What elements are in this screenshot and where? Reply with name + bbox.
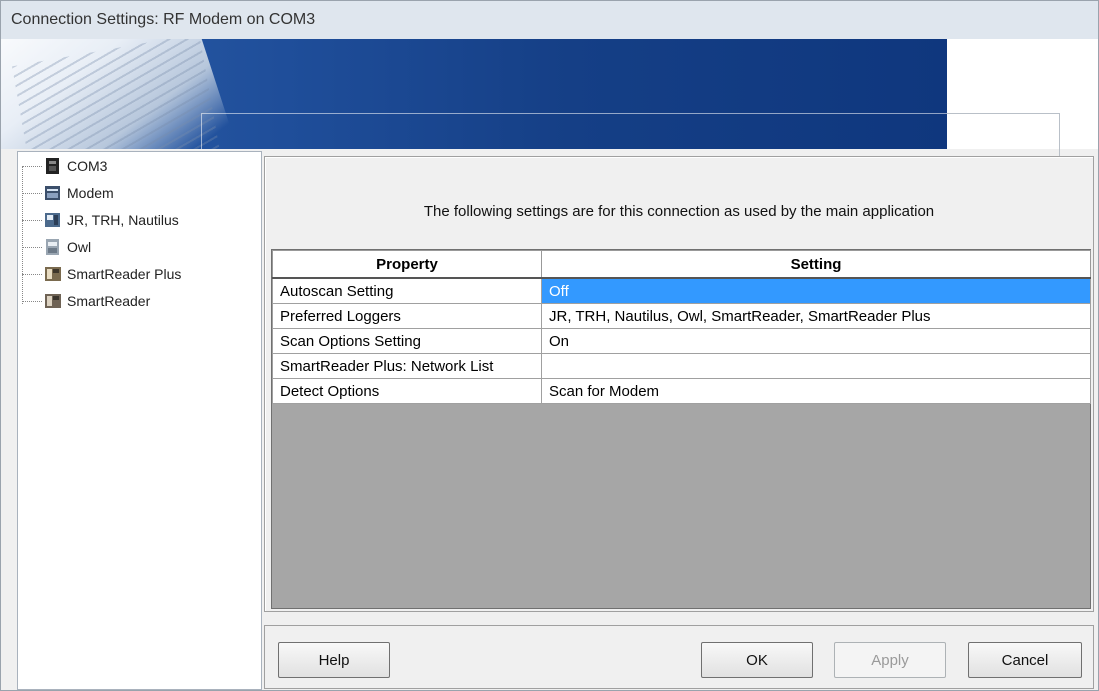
table-row[interactable]: Preferred Loggers JR, TRH, Nautilus, Owl… — [272, 303, 1091, 329]
tree-item-label: SmartReader — [67, 293, 151, 309]
table-header-row: Property Setting — [272, 250, 1091, 279]
smartreader-plus-icon — [44, 265, 62, 283]
title-bar[interactable]: Connection Settings: RF Modem on COM3 — [1, 1, 1098, 39]
tree-item-com3[interactable]: COM3 — [22, 154, 107, 178]
setting-cell[interactable]: Off — [541, 277, 1091, 304]
owl-logger-icon — [44, 238, 62, 256]
settings-panel: The following settings are for this conn… — [264, 156, 1094, 612]
connection-settings-window: Connection Settings: RF Modem on COM3 CO… — [0, 0, 1099, 691]
smartreader-icon — [44, 292, 62, 310]
settings-description: The following settings are for this conn… — [423, 203, 935, 220]
table-row[interactable]: SmartReader Plus: Network List — [272, 353, 1091, 379]
tree-item-label: Modem — [67, 185, 114, 201]
property-cell[interactable]: Scan Options Setting — [272, 328, 542, 354]
apply-button[interactable]: Apply — [834, 642, 946, 678]
table-row[interactable]: Scan Options Setting On — [272, 328, 1091, 354]
header-banner — [1, 39, 947, 149]
column-header-property[interactable]: Property — [272, 250, 542, 279]
window-title: Connection Settings: RF Modem on COM3 — [11, 11, 316, 28]
tree-item-modem[interactable]: Modem — [22, 181, 114, 205]
port-icon — [44, 157, 62, 175]
tree-item-owl[interactable]: Owl — [22, 235, 91, 259]
property-cell[interactable]: Preferred Loggers — [272, 303, 542, 329]
modem-icon — [44, 184, 62, 202]
connection-tree[interactable]: COM3 Modem JR, TRH, Nautilus Owl SmartRe… — [17, 151, 262, 690]
column-header-setting[interactable]: Setting — [541, 250, 1091, 279]
table-row[interactable]: Autoscan Setting Off — [272, 277, 1091, 304]
help-button[interactable]: Help — [278, 642, 390, 678]
property-cell[interactable]: Detect Options — [272, 378, 542, 404]
tree-item-label: COM3 — [67, 158, 108, 174]
setting-cell[interactable] — [541, 353, 1091, 379]
settings-table: Property Setting Autoscan Setting Off Pr… — [272, 250, 1091, 404]
setting-cell[interactable]: JR, TRH, Nautilus, Owl, SmartReader, Sma… — [541, 303, 1091, 329]
property-cell[interactable]: Autoscan Setting — [272, 277, 542, 304]
setting-cell[interactable]: Scan for Modem — [541, 378, 1091, 404]
tree-item-label: SmartReader Plus — [67, 266, 182, 282]
tree-item-jr-trh-nautilus[interactable]: JR, TRH, Nautilus — [22, 208, 179, 232]
settings-grid[interactable]: Property Setting Autoscan Setting Off Pr… — [271, 249, 1091, 609]
cancel-button[interactable]: Cancel — [968, 642, 1082, 678]
tree-item-label: Owl — [67, 239, 92, 255]
tree-item-smartreader-plus[interactable]: SmartReader Plus — [22, 262, 181, 286]
button-bar: Help OK Apply Cancel — [264, 625, 1094, 689]
table-row[interactable]: Detect Options Scan for Modem — [272, 378, 1091, 404]
banner-right — [947, 39, 1098, 184]
tree-item-smartreader[interactable]: SmartReader — [22, 289, 150, 313]
banner-outline — [201, 113, 947, 149]
logger-icon — [44, 211, 62, 229]
setting-cell[interactable]: On — [541, 328, 1091, 354]
ok-button[interactable]: OK — [701, 642, 813, 678]
tree-item-label: JR, TRH, Nautilus — [67, 212, 179, 228]
property-cell[interactable]: SmartReader Plus: Network List — [272, 353, 542, 379]
